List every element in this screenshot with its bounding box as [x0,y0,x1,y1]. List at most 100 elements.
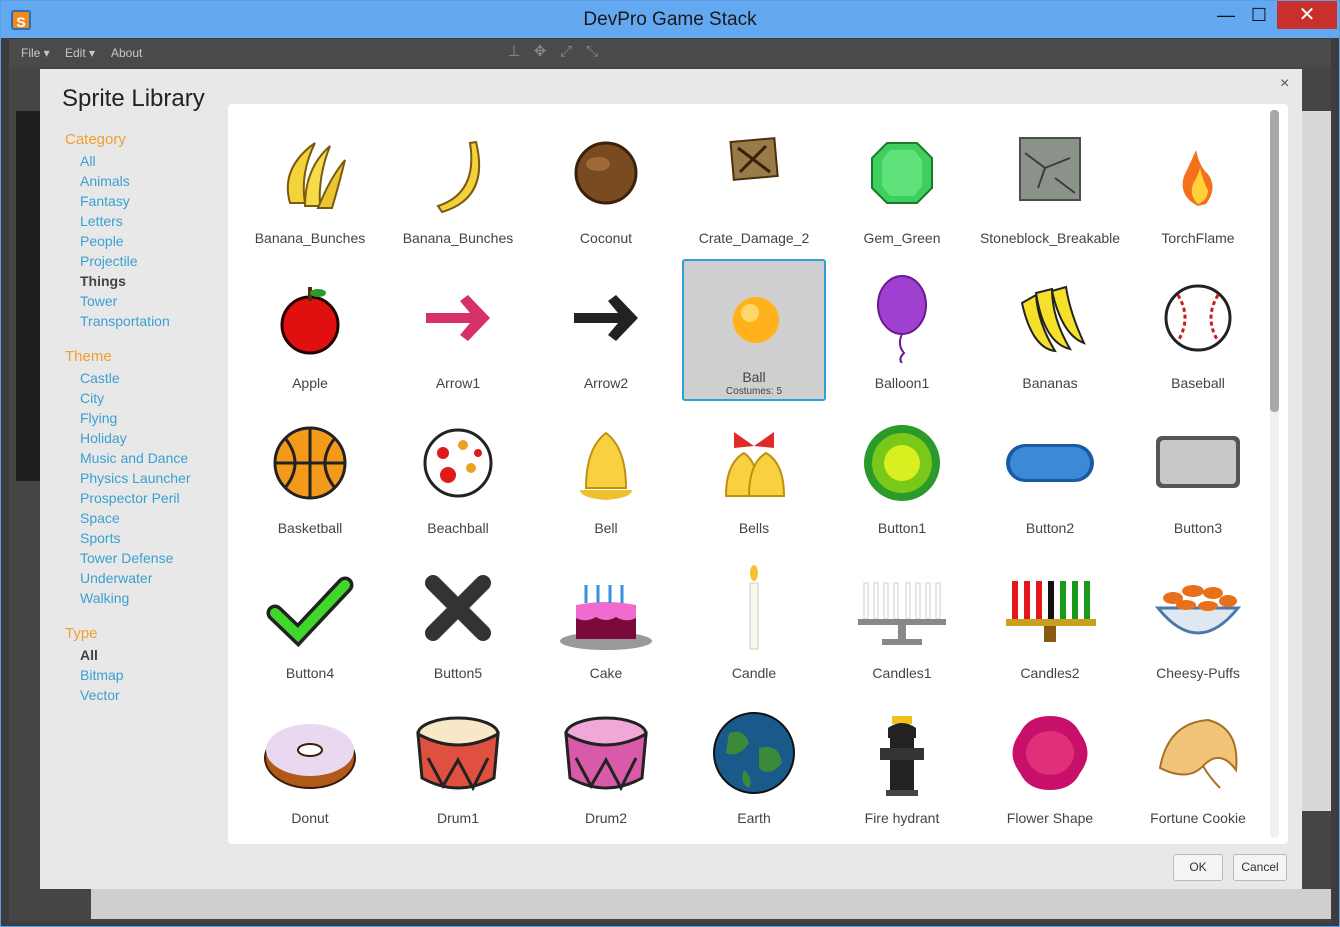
sprite-name: Button2 [1025,520,1075,536]
sprite-tile[interactable]: Apple [238,259,382,401]
sprite-name: Cake [589,665,623,681]
button-rect-icon [1156,436,1240,488]
category-tower[interactable]: Tower [80,291,245,311]
sprite-name: Balloon1 [874,375,930,391]
theme-city[interactable]: City [80,388,245,408]
sprite-tile[interactable]: Fortune Cookie [1126,694,1270,836]
category-animals[interactable]: Animals [80,171,245,191]
sprite-name: Fire hydrant [864,810,940,826]
theme-underwater[interactable]: Underwater [80,568,245,588]
close-window-button[interactable]: ✕ [1277,1,1337,29]
theme-tower-defense[interactable]: Tower Defense [80,548,245,568]
cancel-button[interactable]: Cancel [1233,854,1287,881]
sprite-tile[interactable]: Cheesy-Puffs [1126,549,1270,691]
sprite-tile[interactable]: Drum1 [386,694,530,836]
shrink-icon[interactable]: ⤡ [583,43,601,61]
sprite-tile[interactable]: Gem_Green [830,114,974,256]
crate-icon [729,137,779,181]
sprite-tile[interactable]: Basketball [238,404,382,546]
expand-icon[interactable]: ⤢ [557,43,575,61]
theme-castle[interactable]: Castle [80,368,245,388]
checkmark-icon [266,576,354,648]
sprite-tile[interactable]: Cake [534,549,678,691]
title-bar[interactable]: S DevPro Game Stack — ☐ ✕ [1,1,1339,38]
sprite-tile[interactable]: Button1 [830,404,974,546]
theme-walking[interactable]: Walking [80,588,245,608]
sprite-tile[interactable]: Button3 [1126,404,1270,546]
sprite-tile[interactable]: Baseball [1126,259,1270,401]
category-projectile[interactable]: Projectile [80,251,245,271]
sprite-name: TorchFlame [1161,230,1235,246]
category-people[interactable]: People [80,231,245,251]
scrollbar-thumb[interactable] [1270,110,1279,412]
type-all[interactable]: All [80,645,245,665]
sprite-name: Button1 [877,520,927,536]
stamp-icon[interactable]: ⊥ [505,43,523,61]
sprite-tile[interactable]: Stoneblock_Breakable [978,114,1122,256]
sprite-tile[interactable]: Bell [534,404,678,546]
theme-flying[interactable]: Flying [80,408,245,428]
sprite-tile[interactable]: Ball Costumes: 5 [682,259,826,401]
sprite-name: Bananas [1022,375,1078,391]
move-icon[interactable]: ✥ [531,43,549,61]
sprite-tile[interactable]: Crate_Damage_2 [682,114,826,256]
category-fantasy[interactable]: Fantasy [80,191,245,211]
x-mark-icon [425,575,491,641]
theme-physics-launcher[interactable]: Physics Launcher [80,468,245,488]
theme-space[interactable]: Space [80,508,245,528]
category-all[interactable]: All [80,151,245,171]
theme-music-and-dance[interactable]: Music and Dance [80,448,245,468]
sprite-tile[interactable]: Flower Shape [978,694,1122,836]
category-transportation[interactable]: Transportation [80,311,245,331]
theme-title: Theme [65,348,112,365]
sprite-tile[interactable]: Donut [238,694,382,836]
sprite-tile[interactable]: Fire hydrant [830,694,974,836]
coconut-icon [574,141,638,205]
sprite-tile[interactable]: Arrow2 [534,259,678,401]
dialog-close-button[interactable]: × [1280,75,1289,93]
sprite-tile[interactable]: Button2 [978,404,1122,546]
type-title: Type [65,625,98,642]
sprite-tile[interactable]: Button4 [238,549,382,691]
basketball-icon [273,426,347,500]
sprite-tile[interactable]: Candles1 [830,549,974,691]
category-letters[interactable]: Letters [80,211,245,231]
sprite-tile[interactable]: Arrow1 [386,259,530,401]
menu-about[interactable]: About [111,46,142,60]
ok-button[interactable]: OK [1173,854,1223,881]
sprite-tile[interactable]: Coconut [534,114,678,256]
scrollbar[interactable] [1270,110,1279,838]
sprite-tile[interactable]: Bells [682,404,826,546]
baseball-icon [1164,284,1232,352]
category-things[interactable]: Things [80,271,245,291]
sprite-tile[interactable]: Earth [682,694,826,836]
arrow-pink-icon [426,295,490,341]
sprite-name: Drum1 [436,810,479,826]
type-bitmap[interactable]: Bitmap [80,665,245,685]
sprite-name: Donut [291,810,329,826]
type-vector[interactable]: Vector [80,685,245,705]
sprite-tile[interactable]: Banana_Bunches [386,114,530,256]
sprite-tile[interactable]: Candles2 [978,549,1122,691]
sprite-tile[interactable]: Bananas [978,259,1122,401]
cheesy-puffs-icon [1154,585,1242,635]
drum-pink-icon [564,716,648,792]
maximize-button[interactable]: ☐ [1239,1,1279,29]
flower-shape-icon [1012,716,1088,790]
menu-file[interactable]: File ▾ [21,46,50,60]
theme-sports[interactable]: Sports [80,528,245,548]
theme-holiday[interactable]: Holiday [80,428,245,448]
sprite-tile[interactable]: TorchFlame [1126,114,1270,256]
sprite-name: Beachball [427,520,489,536]
sprite-name: Gem_Green [863,230,941,246]
sprite-tile[interactable]: Drum2 [534,694,678,836]
beachball-icon [423,428,493,498]
sprite-tile[interactable]: Beachball [386,404,530,546]
menu-edit[interactable]: Edit ▾ [65,46,95,60]
sprite-tile[interactable]: Button5 [386,549,530,691]
sprite-tile[interactable]: Banana_Bunches [238,114,382,256]
banana-icon [436,140,481,214]
theme-prospector-peril[interactable]: Prospector Peril [80,488,245,508]
sprite-tile[interactable]: Balloon1 [830,259,974,401]
sprite-tile[interactable]: Candle [682,549,826,691]
